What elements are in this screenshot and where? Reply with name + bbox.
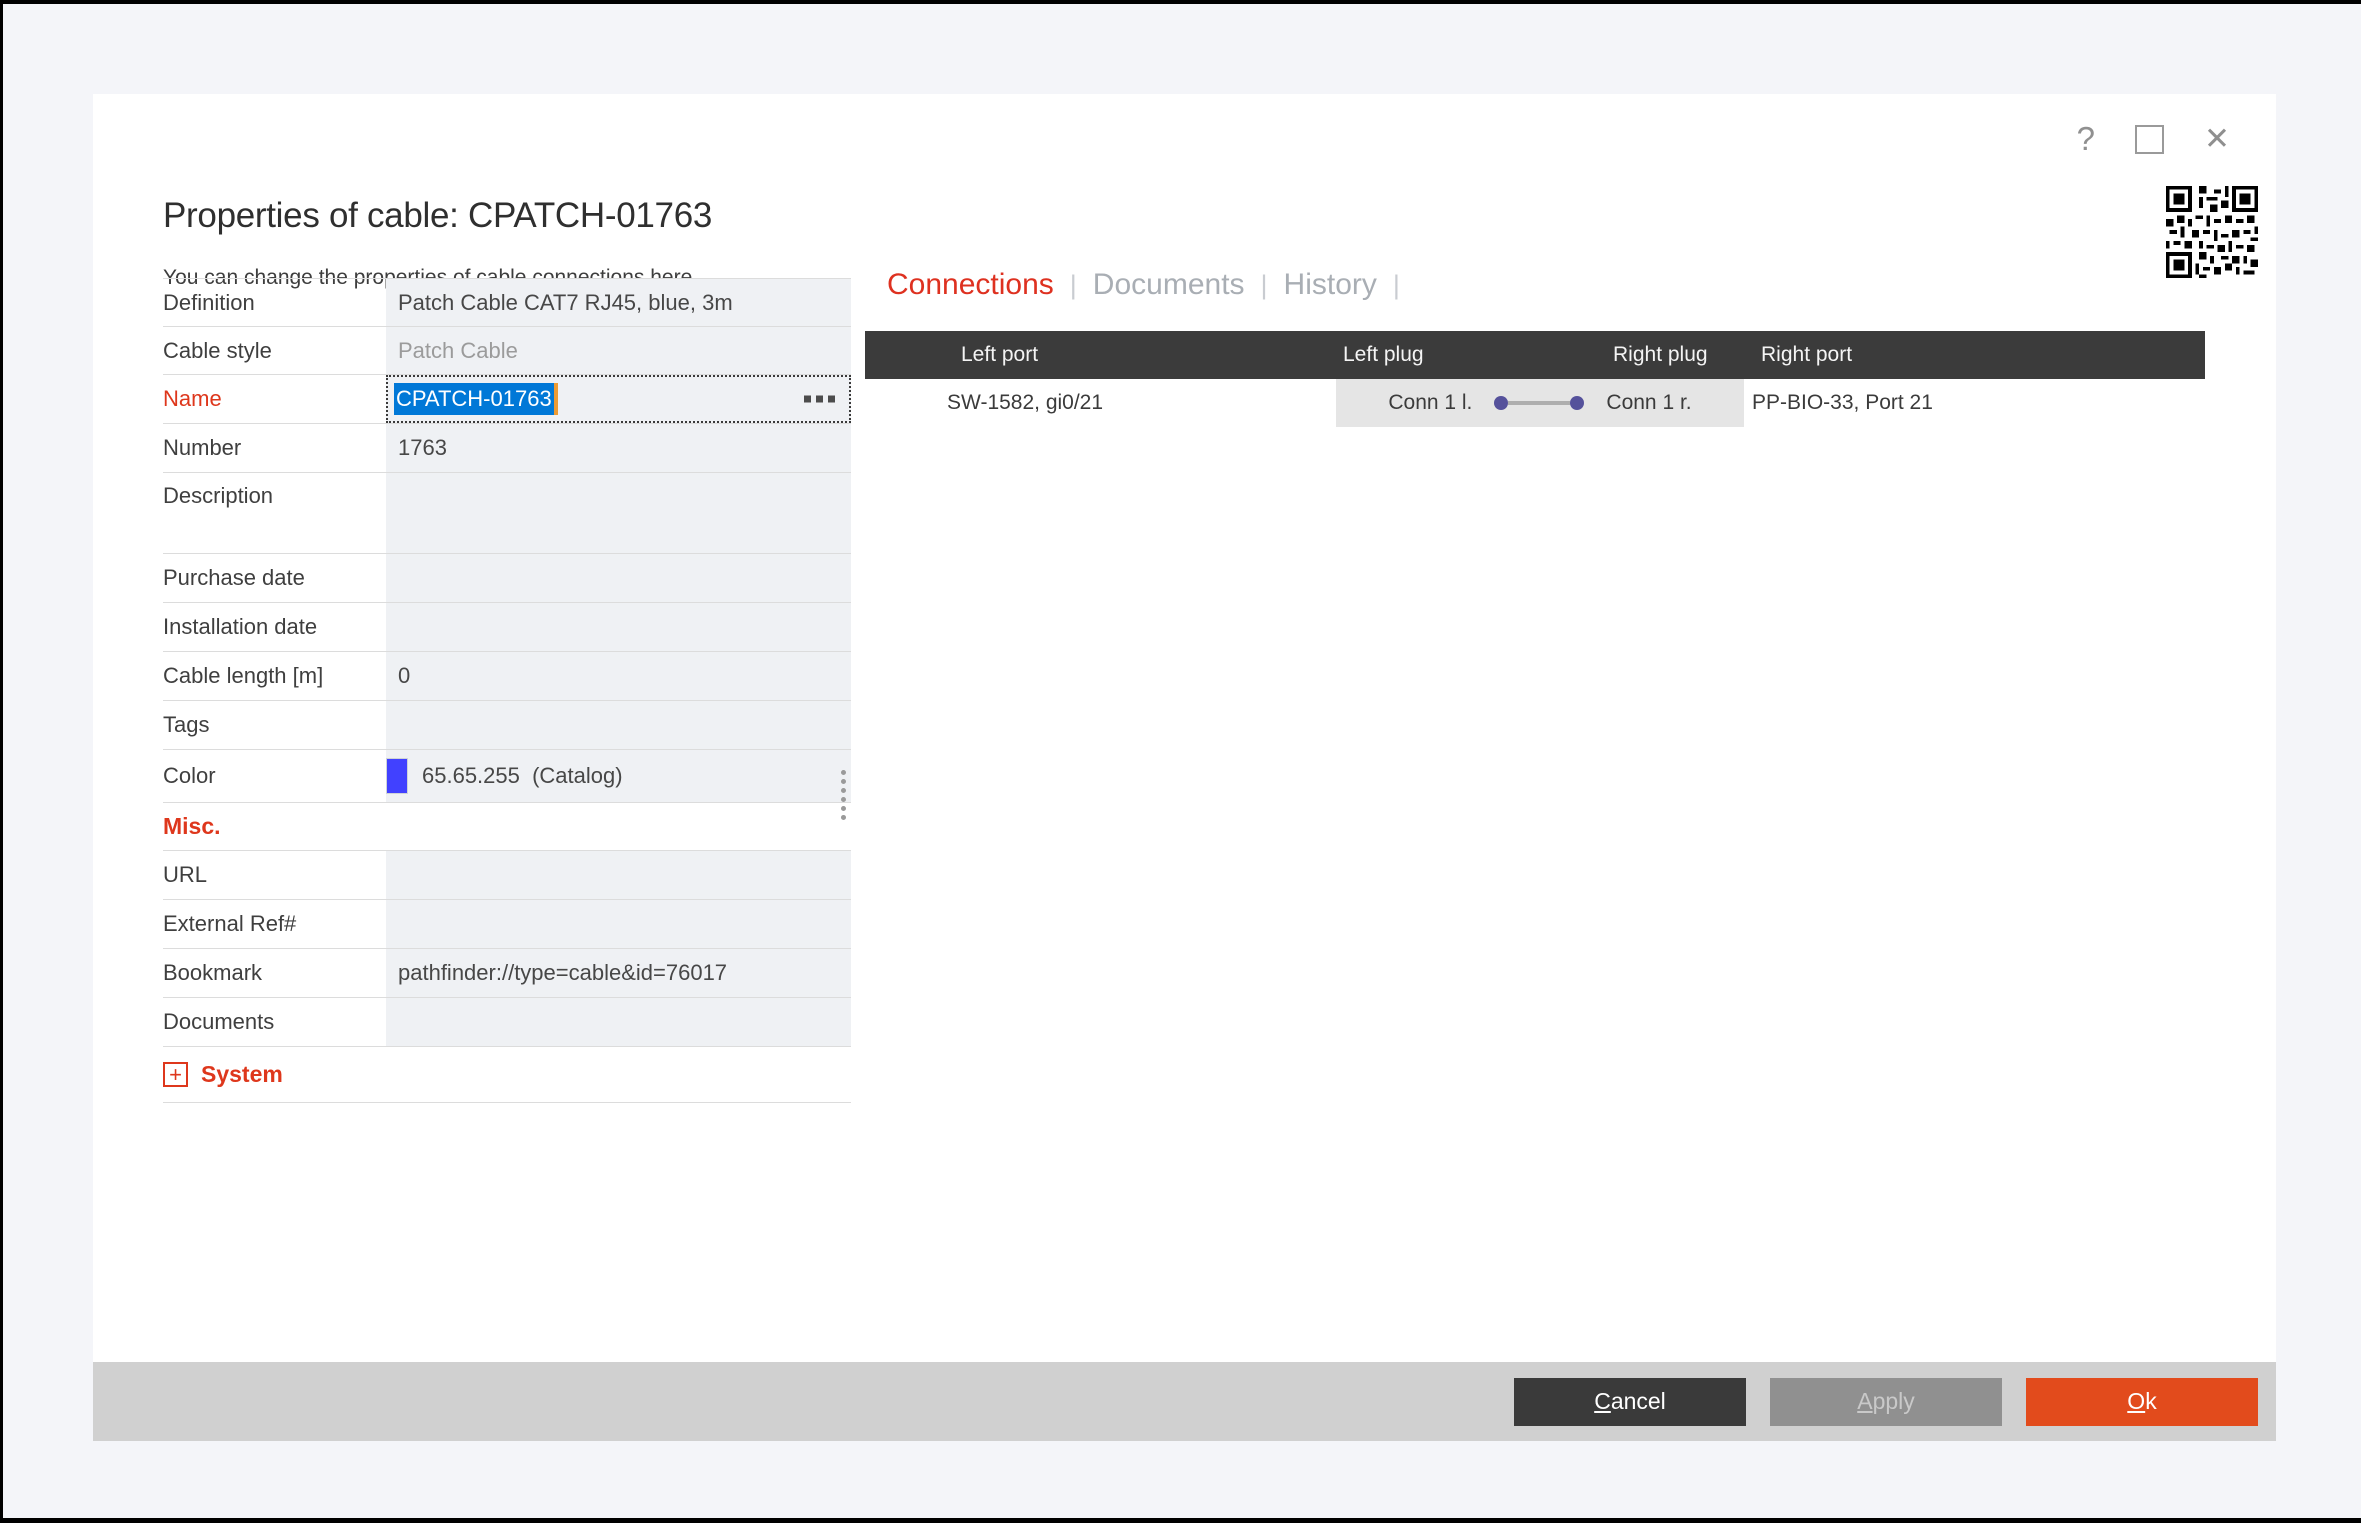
screen-frame: Properties of cable: CPATCH-01763 You ca… [0,0,2361,1523]
field-label: Number [163,435,386,461]
number-value[interactable]: 1763 [386,424,851,472]
form-row-purchase-date: Purchase date [163,554,851,603]
section-system: + System [163,1047,851,1103]
form-row-bookmark: Bookmark pathfinder://type=cable&id=7601… [163,949,851,998]
panel-splitter-handle[interactable] [841,770,846,820]
expand-plus-icon[interactable]: + [163,1062,188,1087]
left-plug-label: Conn 1 l. [1388,391,1472,415]
text-caret [554,383,558,415]
form-row-number: Number 1763 [163,424,851,473]
field-label: URL [163,862,386,888]
cable-properties-form: Definition Patch Cable CAT7 RJ45, blue, … [163,278,851,1103]
window-controls: ? ✕ [2077,120,2230,158]
column-header-right-plug: Right plug [1613,343,1708,367]
field-label-name: Name [163,386,386,412]
column-header-left-plug: Left plug [1343,343,1424,367]
section-misc: Misc. [163,803,851,851]
ellipsis-button[interactable] [804,396,835,403]
column-header-right-port: Right port [1761,343,1852,367]
field-label: Purchase date [163,565,386,591]
dialog-footer-bar: Cancel Apply Ok [93,1362,2276,1441]
maximize-icon[interactable] [2135,125,2164,154]
right-port-cell[interactable]: PP-BIO-33, Port 21 [1752,391,1933,415]
selected-text: CPATCH-01763 [394,383,554,415]
qr-code [2166,186,2258,278]
field-label: Definition [163,290,386,316]
definition-value[interactable]: Patch Cable CAT7 RJ45, blue, 3m [386,279,851,326]
cable-style-value: Patch Cable [386,327,851,374]
cancel-button[interactable]: Cancel [1514,1378,1746,1426]
url-value[interactable] [386,851,851,899]
column-header-left-port: Left port [961,343,1038,367]
form-row-cable-style: Cable style Patch Cable [163,327,851,375]
field-label: Documents [163,1009,386,1035]
field-label: Installation date [163,614,386,640]
purchase-date-value[interactable] [386,554,851,602]
connector-line [1508,401,1570,405]
form-row-url: URL [163,851,851,900]
ok-button[interactable]: Ok [2026,1378,2258,1426]
tab-connections[interactable]: Connections [887,268,1054,302]
field-label: Cable length [m] [163,663,386,689]
form-row-color: Color 65.65.255 (Catalog) [163,750,851,803]
connections-table: Left port Left plug Right plug Right por… [865,331,2205,427]
installation-date-value[interactable] [386,603,851,651]
tab-history[interactable]: History [1284,268,1377,302]
bookmark-value[interactable]: pathfinder://type=cable&id=76017 [386,949,851,997]
field-label: Description [163,483,386,509]
misc-section-label: Misc. [163,813,851,840]
description-value[interactable] [386,473,851,553]
color-text: 65.65.255 (Catalog) [422,763,623,789]
form-row-definition: Definition Patch Cable CAT7 RJ45, blue, … [163,279,851,327]
cable-length-value[interactable]: 0 [386,652,851,700]
color-value[interactable]: 65.65.255 (Catalog) [386,750,851,802]
form-row-cable-length: Cable length [m] 0 [163,652,851,701]
form-row-installation-date: Installation date [163,603,851,652]
form-row-description: Description [163,473,851,554]
form-row-name: Name CPATCH-01763 [163,375,851,424]
field-label: Color [163,763,386,789]
close-icon[interactable]: ✕ [2204,121,2230,157]
connector-dot-right [1570,396,1584,410]
page-title: Properties of cable: CPATCH-01763 [163,196,712,236]
color-swatch[interactable] [386,758,408,794]
system-section-toggle[interactable]: + System [163,1061,851,1088]
table-header-row: Left port Left plug Right plug Right por… [865,331,2205,379]
field-label: Bookmark [163,960,386,986]
table-row[interactable]: SW-1582, gi0/21 Conn 1 l. Conn 1 r. PP-B… [865,379,2205,427]
field-label: Tags [163,712,386,738]
properties-dialog: Properties of cable: CPATCH-01763 You ca… [93,94,2276,1441]
right-plug-label: Conn 1 r. [1606,391,1691,415]
external-ref-value[interactable] [386,900,851,948]
documents-value[interactable] [386,998,851,1046]
tab-documents[interactable]: Documents [1093,268,1245,302]
field-label: Cable style [163,338,386,364]
form-row-tags: Tags [163,701,851,750]
left-port-cell[interactable]: SW-1582, gi0/21 [947,391,1103,415]
tab-bar: Connections | Documents | History | [887,268,1416,302]
cable-connector-icon [1494,396,1584,410]
help-icon[interactable]: ? [2077,120,2095,158]
apply-button[interactable]: Apply [1770,1378,2002,1426]
plug-cell[interactable]: Conn 1 l. Conn 1 r. [1336,379,1744,427]
tags-value[interactable] [386,701,851,749]
form-row-external-ref: External Ref# [163,900,851,949]
tab-separator: | [1393,270,1400,301]
form-row-documents: Documents [163,998,851,1047]
field-label: External Ref# [163,911,386,937]
system-section-label: System [201,1061,283,1088]
name-input[interactable]: CPATCH-01763 [386,375,851,423]
connector-dot-left [1494,396,1508,410]
tab-separator: | [1070,270,1077,301]
tab-separator: | [1261,270,1268,301]
